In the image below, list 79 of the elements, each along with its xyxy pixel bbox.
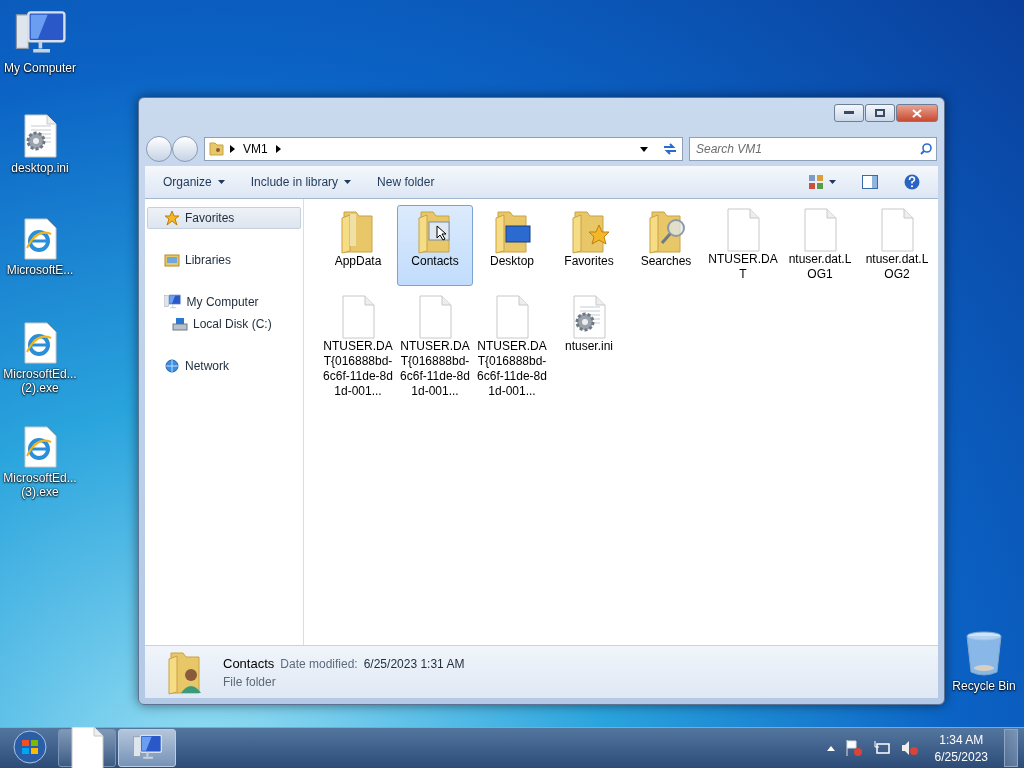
close-button[interactable] <box>896 104 938 122</box>
preview-pane-icon <box>862 175 878 189</box>
star-icon <box>164 210 180 226</box>
document-icon <box>803 208 837 252</box>
file-item[interactable]: Searches <box>628 205 704 286</box>
show-hidden-icons[interactable] <box>826 745 835 751</box>
speaker-muted-icon[interactable] <box>900 739 919 757</box>
maximize-button[interactable] <box>865 104 895 122</box>
file-item[interactable]: ntuser.dat.LOG1 <box>782 205 858 286</box>
desktop-icon-label[interactable]: MicrosoftE... <box>0 263 80 277</box>
taskbar-button[interactable] <box>58 729 116 767</box>
refresh-icon[interactable] <box>662 142 678 156</box>
internet-explorer-file-icon <box>23 322 57 364</box>
search-icon <box>920 143 932 155</box>
nav-item[interactable]: My Computer <box>147 291 301 313</box>
file-item[interactable]: AppData <box>320 205 396 286</box>
close-icon <box>912 108 922 118</box>
nav-item[interactable]: Local Disk (C:) <box>159 313 301 335</box>
file-item[interactable]: Contacts <box>397 205 473 286</box>
caret-icon <box>829 180 836 184</box>
computer-icon <box>131 734 163 762</box>
breadcrumb[interactable]: VM1 <box>241 142 270 156</box>
recycle-bin-icon <box>965 630 1003 676</box>
desktop-folder-icon <box>492 208 532 254</box>
document-icon <box>726 208 760 252</box>
maximize-icon <box>875 109 885 117</box>
desktop-icon-label[interactable]: My Computer <box>0 61 80 75</box>
file-item[interactable]: NTUSER.DAT{016888bd-6c6f-11de-8d1d-001... <box>320 292 396 403</box>
clock[interactable]: 1:34 AM 6/25/2023 <box>934 732 988 764</box>
document-icon <box>880 208 914 252</box>
nav-item[interactable]: Favorites <box>147 207 301 229</box>
file-item[interactable]: NTUSER.DAT{016888bd-6c6f-11de-8d1d-001... <box>474 292 550 403</box>
internet-explorer-file-icon <box>23 218 57 260</box>
network-icon <box>164 358 180 374</box>
search-field[interactable]: Search VM1 <box>689 137 937 161</box>
details-value: 6/25/2023 1:31 AM <box>363 656 465 671</box>
internet-explorer-file-icon <box>23 426 57 468</box>
file-item[interactable]: Favorites <box>551 205 627 286</box>
help-icon <box>904 174 920 190</box>
file-item[interactable]: ntuser.dat.LOG2 <box>859 205 935 286</box>
settings-file-icon <box>23 114 57 158</box>
nav-item[interactable]: Network <box>147 355 301 377</box>
back-button[interactable] <box>146 136 172 162</box>
file-item[interactable]: NTUSER.DAT{016888bd-6c6f-11de-8d1d-001... <box>397 292 473 403</box>
toolbar-button[interactable]: Organize <box>153 171 235 193</box>
minimize-button[interactable] <box>834 104 864 122</box>
address-bar[interactable]: VM1 <box>204 137 683 161</box>
favorites-folder-icon <box>569 208 609 254</box>
chevron-icon <box>230 145 235 153</box>
settings-file-icon <box>572 295 606 339</box>
document-icon <box>418 295 452 339</box>
details-type: File folder <box>223 674 277 689</box>
forward-button[interactable] <box>172 136 198 162</box>
desktop-icon-label[interactable]: desktop.ini <box>0 161 80 175</box>
toolbar-button[interactable]: New folder <box>367 171 445 193</box>
searches-folder-icon <box>646 208 686 254</box>
details-name: Contacts <box>223 655 275 671</box>
computer-icon <box>164 294 182 310</box>
details-label: Date modified: <box>280 656 358 671</box>
toolbar-button[interactable]: Include in library <box>240 171 362 193</box>
file-item[interactable]: Desktop <box>474 205 550 286</box>
document-icon <box>70 726 104 768</box>
nav-item[interactable]: Libraries <box>147 249 301 271</box>
flag-icon[interactable] <box>844 739 863 757</box>
taskbar-button[interactable] <box>118 729 176 767</box>
document-icon <box>495 295 529 339</box>
file-item[interactable]: NTUSER.DAT <box>705 205 781 286</box>
start-button[interactable] <box>10 729 50 767</box>
folder-icon <box>208 141 224 157</box>
minimize-icon <box>844 111 854 115</box>
views-icon <box>809 175 823 189</box>
file-item[interactable]: ntuser.ini <box>551 292 627 403</box>
network-status-icon[interactable] <box>872 739 891 757</box>
chevron-icon <box>275 145 281 153</box>
disk-drive-icon <box>172 316 188 332</box>
library-icon <box>164 252 180 268</box>
dropdown-icon[interactable] <box>640 146 648 152</box>
desktop-icon-label[interactable]: Recycle Bin <box>944 679 1024 693</box>
document-icon <box>341 295 375 339</box>
